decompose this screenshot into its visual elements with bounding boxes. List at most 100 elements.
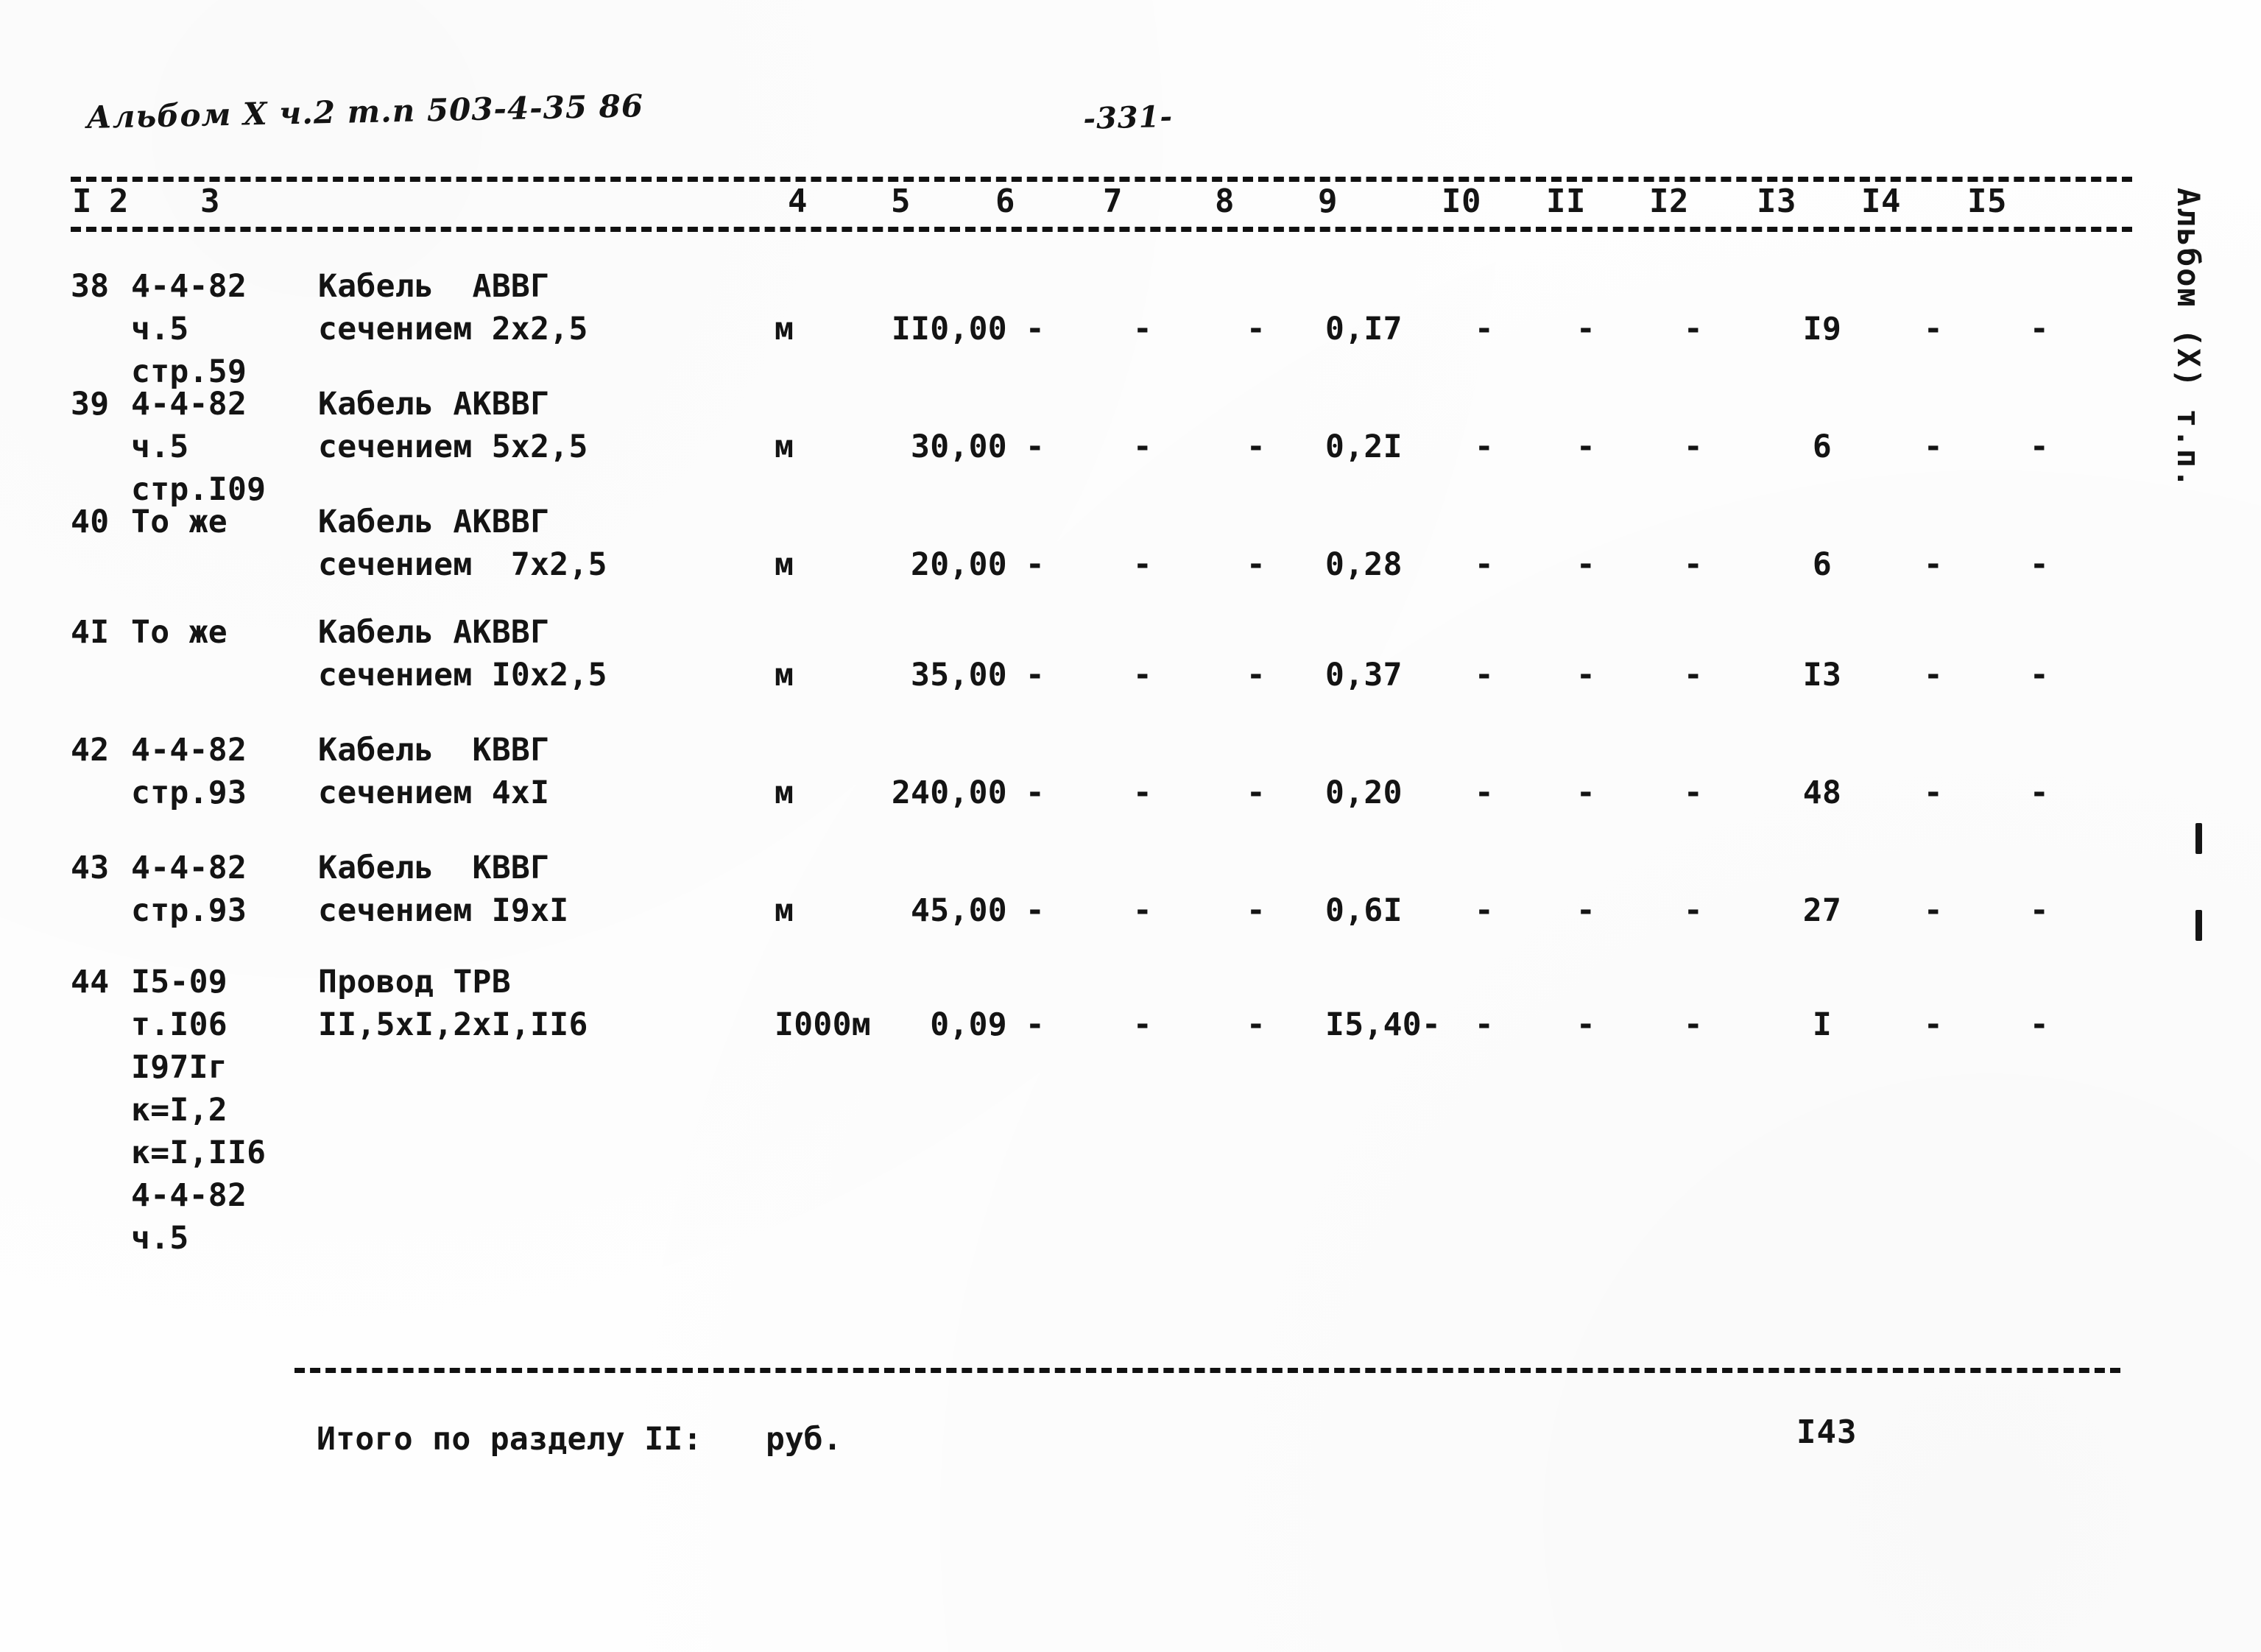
row-col8-value: - [1246,774,1266,811]
row-col12-value: - [1683,1006,1704,1043]
row-col12-value: - [1683,774,1704,811]
row-col14-value: - [1923,428,1944,465]
text-line: к=I,II6 [131,1134,267,1171]
row-col14-value: - [1923,657,1944,693]
row-unit: I000м [775,1006,871,1043]
text-line: сечением 7х2,5 [318,546,607,583]
row-col9-value: 0,20 [1325,774,1403,811]
row-material-name: Кабель АКВВГ сечением I0х2,5 [318,611,775,696]
row-col6-value: - [1025,774,1045,811]
row-col10-value: - [1474,546,1495,583]
row-col7-value: - [1132,774,1153,811]
row-material-name: Кабель АКВВГ сечением 7х2,5 [318,501,775,586]
text-line: сечением 4хI [318,774,550,811]
row-col6-value: - [1025,892,1045,929]
margin-tick-mark-icon [2195,910,2202,941]
column-number-5: 5 [891,183,911,220]
margin-album-label: Альбом (X) т.п. [2170,188,2207,490]
text-line: сечением 5х2,5 [318,428,588,465]
row-col9-value: 0,37 [1325,657,1403,693]
text-line: 4-4-82 [131,732,247,769]
row-col14-value: - [1923,774,1944,811]
row-quantity: 30,00 [911,428,1007,465]
row-col12-value: - [1683,546,1704,583]
column-number-11: II [1546,183,1586,220]
row-justification: 4-4-82 стр.93 [131,847,322,932]
row-justification: То же [131,501,322,543]
row-col10-value: - [1474,657,1495,693]
row-quantity: 45,00 [911,892,1007,929]
row-justification: То же [131,611,322,654]
row-col7-value: - [1132,546,1153,583]
column-number-8: 8 [1215,183,1235,220]
row-col14-value: - [1923,546,1944,583]
table-row: 44 I5-09 т.I06 I97Iг к=I,2 к=I,II6 4-4-82 ч.5 Пр… [0,243,2261,1257]
row-col11-value: - [1576,657,1596,693]
row-item-number: 40 [71,504,110,540]
row-col11-value: - [1576,774,1596,811]
row-col15-value: - [2029,774,2050,811]
row-item-number: 43 [71,850,110,886]
row-col14-value: - [1923,1006,1944,1043]
row-quantity: 20,00 [911,546,1007,583]
row-material-name: Кабель КВВГ сечением I9хI [318,847,775,932]
row-col7-value: - [1132,657,1153,693]
column-number-1: I [72,183,92,220]
row-col13-value: I [1812,1006,1833,1043]
table-column-number-row: I 2 3 4 5 6 7 8 9 I0 II I2 I3 I4 I5 [0,183,2261,228]
text-line: Кабель АКВВГ [318,614,550,651]
column-number-13: I3 [1757,183,1796,220]
text-line: 4-4-82 [131,850,247,886]
row-justification: I5-09 т.I06 I97Iг к=I,2 к=I,II6 4-4-82 ч.5 [131,961,322,1260]
row-item-number: 4I [71,614,110,651]
text-line: ч.5 [131,1220,189,1257]
text-line: стр.93 [131,774,247,811]
total-separator-rule [294,1368,2120,1373]
text-line: к=I,2 [131,1092,227,1129]
text-line: I5-09 [131,964,227,1000]
row-col8-value: - [1246,892,1266,929]
row-col10-value: - [1474,774,1495,811]
row-item-number: 39 [71,386,110,423]
row-col11-value: - [1576,546,1596,583]
row-material-name: Провод ТРВ II,5хI,2хI,II6 [318,961,775,1046]
text-line: 4-4-82 [131,1177,247,1214]
row-col9-value: I5,40- [1325,1006,1442,1043]
text-line: Кабель КВВГ [318,732,550,769]
row-col7-value: - [1132,892,1153,929]
handwritten-album-annotation: Альбом X ч.2 т.п 503-4-35 86 [85,88,644,135]
row-col13-value: 48 [1802,774,1842,811]
text-line: сечением I0х2,5 [318,657,607,693]
row-col14-value: - [1923,892,1944,929]
row-col11-value: - [1576,428,1596,465]
row-col9-value: 0,6I [1325,892,1403,929]
text-line: т.I06 [131,1006,227,1043]
row-col15-value: - [2029,546,2050,583]
row-col11-value: - [1576,892,1596,929]
row-col7-value: - [1132,1006,1153,1043]
row-col13-value: I3 [1802,657,1842,693]
row-col6-value: - [1025,657,1045,693]
text-line: Провод ТРВ [318,964,511,1000]
row-col6-value: - [1025,546,1045,583]
row-col6-value: - [1025,428,1045,465]
column-number-7: 7 [1103,183,1123,220]
text-line: 4-4-82 [131,386,247,423]
text-line: Кабель АКВВГ [318,504,550,540]
row-unit: м [775,428,794,465]
text-line: То же [131,504,227,540]
row-col9-value: 0,2I [1325,428,1403,465]
total-unit: руб. [766,1421,842,1458]
row-col13-value: 27 [1802,892,1842,929]
row-col12-value: - [1683,657,1704,693]
text-line: I97Iг [131,1049,227,1086]
row-col7-value: - [1132,428,1153,465]
row-col10-value: - [1474,1006,1495,1043]
text-line: II,5хI,2хI,II6 [318,1006,588,1043]
total-value: I43 [1796,1413,1858,1451]
text-line: стр.93 [131,892,247,929]
row-col13-value: 6 [1812,428,1833,465]
row-col8-value: - [1246,546,1266,583]
row-col13-value: 6 [1812,546,1833,583]
row-item-number: 42 [71,732,110,769]
